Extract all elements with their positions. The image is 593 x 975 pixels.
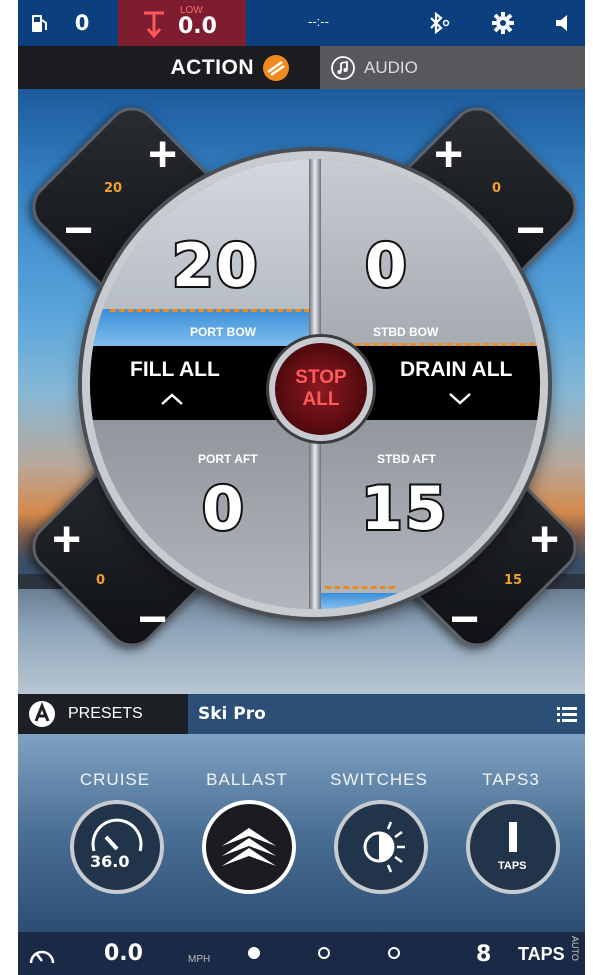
page-dot-2[interactable] [318,947,330,959]
mode-ballast[interactable]: BALLAST [182,734,312,932]
mode-buttons: CRUISE 36.0 BALLAST SWITCHES TAPS3 TAPS [18,734,585,932]
music-note-icon [331,55,355,80]
stbd-bow-value: 0 [363,229,409,303]
anchor-icon [144,11,164,39]
tab-audio[interactable]: AUDIO [320,46,585,89]
speaker-icon[interactable] [548,0,578,46]
ballast-wheel: 20 PORT BOW 0 STBD BOW PORT AFT 0 STBD A… [82,151,548,617]
mode-switches-label: SWITCHES [330,770,428,789]
chevron-up-icon [161,393,183,405]
mode-taps[interactable]: TAPS3 TAPS [446,734,576,932]
preset-selector[interactable]: Ski Pro [188,694,585,734]
stop-label: STOP [295,367,347,388]
speed-unit: MPH [188,954,211,965]
presets-label: PRESETS [68,705,143,722]
taps-icon: TAPS [466,800,560,894]
presets-logo-icon [29,701,55,727]
port-bow-label: PORT BOW [190,325,256,339]
cruise-value: 36.0 [90,852,130,871]
mode-tabs: ACTION AUDIO [18,46,585,89]
left-margin [0,0,18,975]
mode-switches[interactable]: SWITCHES [314,734,444,932]
preset-name: Ski Pro [198,704,266,724]
switches-icon [334,800,428,894]
fill-all-button[interactable]: FILL ALL [90,346,270,420]
stbd-aft-fill [315,593,540,609]
taps-value: 8 [476,942,492,967]
stbd-aft-target-line [325,586,395,589]
gear-icon[interactable] [488,0,518,46]
port-bow-minus-button[interactable]: − [64,205,93,255]
fuel-value: 0 [74,11,90,35]
stop-all-button[interactable]: STOP ALL [269,337,373,441]
tab-action[interactable]: ACTION [18,46,320,89]
right-margin [585,0,593,975]
depth-value: 0.0 [178,14,217,39]
page-dot-3[interactable] [388,947,400,959]
action-icon [263,54,289,81]
port-aft-label: PORT AFT [198,452,258,466]
chevron-down-icon [449,393,471,405]
mode-cruise-label: CRUISE [79,770,151,789]
mode-ballast-label: BALLAST [206,770,288,789]
tab-action-label: ACTION [170,55,254,79]
speedometer-icon: 36.0 [70,800,164,894]
port-aft-value: 0 [200,472,246,546]
speedometer-small-icon[interactable] [28,943,56,965]
drain-all-button[interactable]: DRAIN ALL [360,346,540,420]
mode-taps-label: TAPS3 [482,770,540,789]
port-aft-plus-button[interactable]: + [52,514,81,564]
fuel-icon [24,0,54,46]
depth-gauge[interactable]: LOW 0.0 [118,0,246,46]
ballast-icon [202,800,296,894]
bottom-bar: 0.0 MPH 8 TAPS AUTO [18,932,585,975]
auto-label: AUTO [570,936,580,961]
port-bow-target-line [110,309,310,312]
presets-bar: PRESETS Ski Pro [18,694,585,734]
clock: --:-- [308,14,329,29]
taps-label[interactable]: TAPS [518,944,565,965]
stbd-aft-label: STBD AFT [377,452,436,466]
tab-audio-label: AUDIO [364,57,418,77]
all-label: ALL [302,389,340,410]
taps-sub-label: TAPS [498,860,527,872]
mode-cruise[interactable]: CRUISE 36.0 [50,734,180,932]
bluetooth-icon[interactable] [423,0,453,46]
stbd-bow-label: STBD BOW [373,325,439,339]
list-icon[interactable] [557,705,577,723]
ballast-scene: + − 20 + − 0 + − 0 + − 15 20 PORT BOW 0 … [18,89,588,694]
page-dot-1[interactable] [248,947,260,959]
status-bar: 0 LOW 0.0 --:-- [18,0,585,46]
speed-value: 0.0 [104,941,143,966]
presets-button[interactable]: PRESETS [18,694,188,734]
fill-all-label: FILL ALL [130,358,220,381]
stbd-aft-value: 15 [359,472,449,546]
port-bow-value: 20 [170,229,260,303]
app-screen: 0 LOW 0.0 --:-- ACTION AUDIO + − + + − +… [0,0,593,975]
drain-all-label: DRAIN ALL [400,358,513,381]
